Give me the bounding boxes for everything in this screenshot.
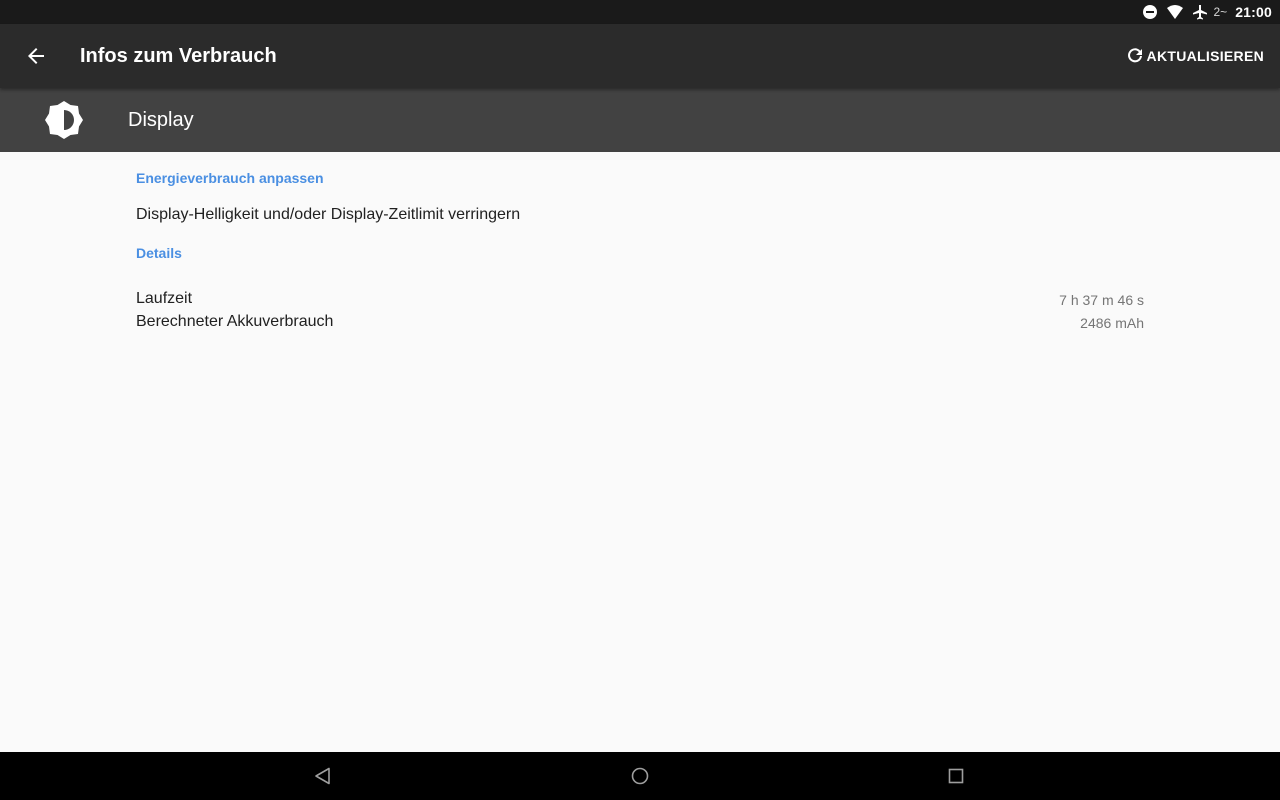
detail-row-battery: Berechneter Akkuverbrauch 2486 mAh [136,313,1144,335]
section-title-adjust: Energieverbrauch anpassen [136,170,324,186]
back-triangle-icon [315,767,330,785]
refresh-label: AKTUALISIEREN [1146,48,1264,64]
detail-value: 7 h 37 m 46 s [1059,292,1144,308]
status-clock: 21:00 [1235,4,1272,20]
recents-square-icon [948,768,964,784]
do-not-disturb-icon [1142,4,1158,20]
sim-label: 2~ [1213,5,1228,19]
detail-label: Laufzeit [136,290,193,307]
usage-header: Display [0,88,1280,152]
usage-item-title: Display [128,109,194,131]
airplane-mode-icon [1192,4,1208,20]
nav-recents-button[interactable] [944,764,968,788]
status-bar: 2~ 21:00 [0,0,1280,24]
back-button[interactable] [20,40,52,72]
wifi-icon [1166,4,1184,20]
nav-home-button[interactable] [628,764,652,788]
home-circle-icon [631,767,649,785]
detail-label: Berechneter Akkuverbrauch [136,313,334,330]
detail-row-runtime: Laufzeit 7 h 37 m 46 s [136,290,1144,312]
app-bar: Infos zum Verbrauch AKTUALISIEREN [0,24,1280,88]
refresh-icon [1127,48,1142,63]
detail-value: 2486 mAh [1080,315,1144,331]
page-title: Infos zum Verbrauch [80,45,277,67]
navigation-bar [0,752,1280,800]
content: Energieverbrauch anpassen Display-Hellig… [0,152,1280,752]
adjust-tip[interactable]: Display-Helligkeit und/oder Display-Zeit… [136,206,520,224]
brightness-icon [45,101,83,139]
nav-back-button[interactable] [311,764,335,788]
refresh-button[interactable]: AKTUALISIEREN [1126,44,1264,68]
section-title-details: Details [136,245,182,261]
arrow-back-icon [28,48,44,64]
